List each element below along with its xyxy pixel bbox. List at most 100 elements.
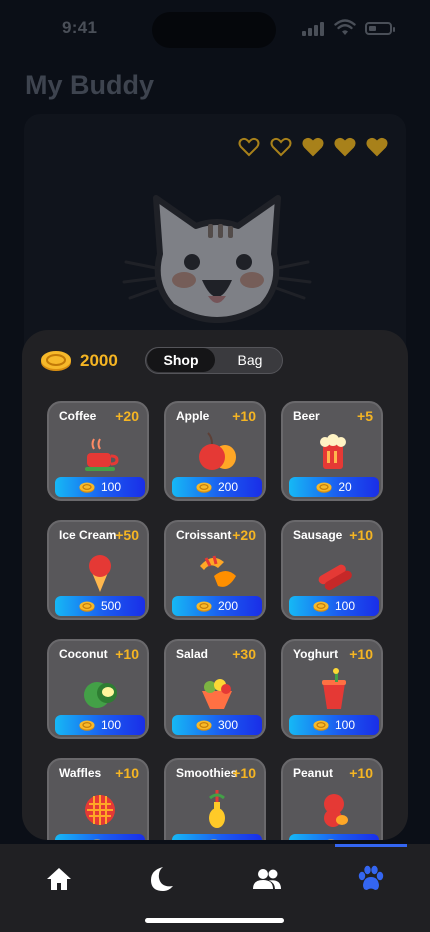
buy-button[interactable]: 200	[172, 596, 262, 616]
item-price: 500	[100, 599, 122, 613]
coin-icon	[41, 351, 71, 371]
shop-panel: 2000 Shop Bag Coffee +20 100 Apple +10 200 Bee…	[22, 330, 408, 840]
item-bonus: +10	[232, 408, 256, 424]
buy-button[interactable]	[172, 834, 262, 840]
shop-item-sausage[interactable]: Sausage +10 100	[281, 520, 383, 620]
item-bonus: +10	[115, 646, 139, 662]
item-price: 300	[217, 718, 239, 732]
status-bar: 9:41	[0, 0, 430, 56]
item-name: Beer	[293, 409, 320, 423]
item-price: 200	[217, 480, 239, 494]
item-price: 200	[217, 599, 239, 613]
item-price: 100	[334, 718, 356, 732]
item-bonus: +5	[357, 408, 373, 424]
item-bonus: +10	[349, 646, 373, 662]
cat-buddy-icon[interactable]	[122, 184, 312, 334]
shop-item-beer[interactable]: Beer +5 20	[281, 401, 383, 501]
item-name: Coffee	[59, 409, 97, 423]
shop-item-coconut[interactable]: Coconut +10 100	[47, 639, 149, 739]
salad-icon	[202, 679, 232, 709]
item-bonus: +10	[232, 765, 256, 781]
shop-item-peanut[interactable]: Peanut +10	[281, 758, 383, 840]
shop-item-coffee[interactable]: Coffee +20 100	[47, 401, 149, 501]
shop-item-smoothies[interactable]: Smoothies +10	[164, 758, 266, 840]
ice-cream-icon	[89, 555, 111, 592]
active-tab-indicator	[335, 844, 407, 847]
item-bonus: +10	[115, 765, 139, 781]
home-icon[interactable]	[44, 864, 74, 894]
sausage-icon	[318, 564, 352, 591]
buy-button[interactable]: 100	[55, 477, 145, 497]
coin-icon	[79, 720, 95, 731]
coin-icon	[196, 720, 212, 731]
shop-item-apple[interactable]: Apple +10 200	[164, 401, 266, 501]
heart-filled-icon	[302, 137, 324, 157]
buy-button[interactable]: 200	[172, 477, 262, 497]
apple-icon	[199, 432, 236, 470]
buy-button[interactable]: 20	[289, 477, 379, 497]
health-hearts	[238, 136, 388, 158]
coconut-icon	[84, 682, 117, 708]
croissant-icon	[200, 555, 236, 587]
coin-icon	[209, 839, 219, 840]
coffee-icon	[85, 438, 119, 471]
buy-button[interactable]	[55, 834, 145, 840]
buy-button[interactable]	[289, 834, 379, 840]
paw-icon[interactable]	[356, 864, 386, 894]
coin-icon	[79, 601, 95, 612]
item-bonus: +10	[349, 765, 373, 781]
battery-icon	[365, 22, 395, 35]
shop-bag-toggle: Shop Bag	[145, 347, 283, 374]
peanut-icon	[324, 794, 348, 827]
shop-item-croissant[interactable]: Croissant +20 200	[164, 520, 266, 620]
coin-balance: 2000	[40, 350, 118, 372]
beer-icon	[320, 434, 346, 469]
page-title: My Buddy	[25, 70, 155, 100]
wifi-icon	[334, 19, 356, 35]
coin-icon	[313, 601, 329, 612]
coin-icon	[196, 482, 212, 493]
buy-button[interactable]: 500	[55, 596, 145, 616]
item-price: 100	[100, 480, 122, 494]
shop-item-waffles[interactable]: Waffles +10	[47, 758, 149, 840]
item-name: Smoothies	[176, 766, 238, 780]
coin-icon	[79, 482, 95, 493]
waffles-icon	[85, 795, 115, 825]
heart-filled-icon	[334, 137, 356, 157]
item-name: Yoghurt	[293, 647, 339, 661]
buy-button[interactable]: 100	[55, 715, 145, 735]
item-name: Coconut	[59, 647, 108, 661]
buy-button[interactable]: 100	[289, 596, 379, 616]
heart-filled-icon	[366, 137, 388, 157]
item-name: Peanut	[293, 766, 334, 780]
item-name: Sausage	[293, 528, 343, 542]
shop-item-salad[interactable]: Salad +30 300	[164, 639, 266, 739]
buy-button[interactable]: 100	[289, 715, 379, 735]
friends-icon[interactable]	[252, 864, 282, 894]
home-indicator	[145, 918, 284, 923]
coin-icon	[313, 720, 329, 731]
tab-shop[interactable]: Shop	[147, 348, 215, 372]
tab-bag[interactable]: Bag	[218, 348, 282, 372]
signal-icon	[302, 22, 326, 36]
status-time: 9:41	[62, 18, 98, 37]
coin-icon	[316, 482, 332, 493]
bottom-nav	[0, 844, 430, 932]
shop-item-ice-cream[interactable]: Ice Cream +50 500	[47, 520, 149, 620]
shop-item-yoghurt[interactable]: Yoghurt +10 100	[281, 639, 383, 739]
item-name: Salad	[176, 647, 209, 661]
item-bonus: +20	[115, 408, 139, 424]
smoothie-icon	[209, 790, 225, 828]
coin-amount: 2000	[80, 351, 118, 370]
moon-icon[interactable]	[145, 864, 175, 894]
item-bonus: +50	[115, 527, 139, 543]
buy-button[interactable]: 300	[172, 715, 262, 735]
dynamic-island	[152, 12, 276, 48]
yoghurt-icon	[322, 668, 346, 709]
item-name: Waffles	[59, 766, 102, 780]
coin-icon	[326, 839, 336, 840]
item-bonus: +30	[232, 646, 256, 662]
item-name: Croissant	[176, 528, 232, 542]
item-price: 100	[100, 718, 122, 732]
item-bonus: +10	[349, 527, 373, 543]
